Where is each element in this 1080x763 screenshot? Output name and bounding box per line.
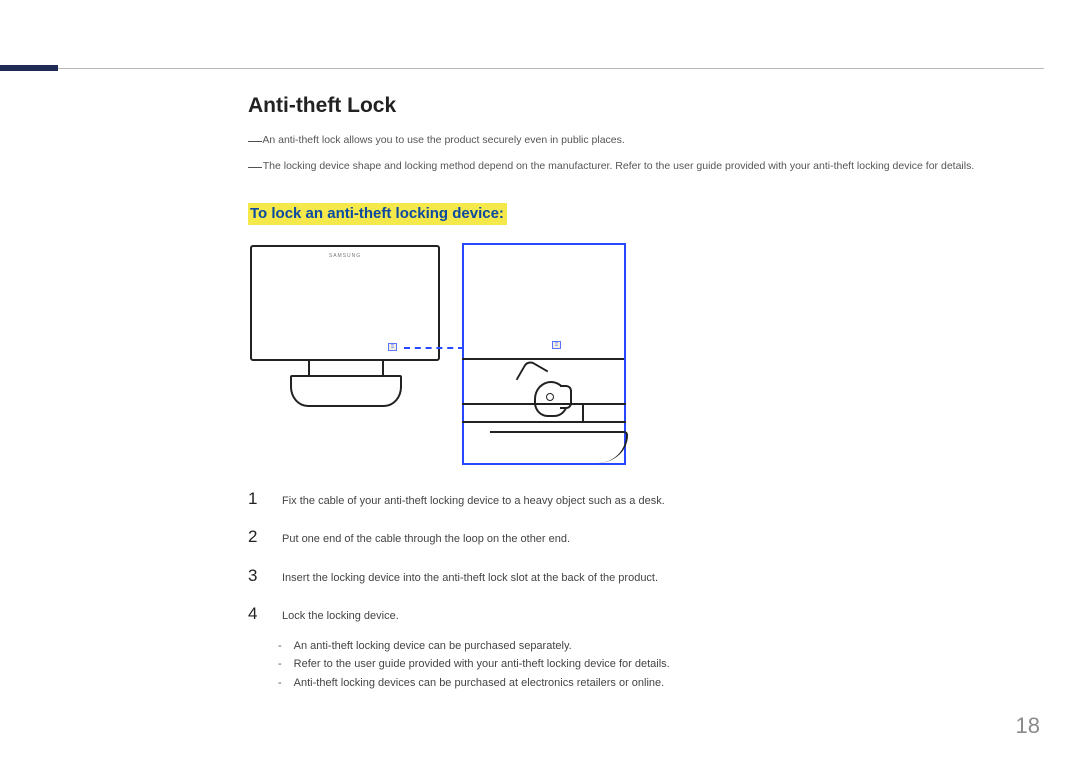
note-dash-icon: ― <box>248 129 260 151</box>
note-line-2: ― The locking device shape and locking m… <box>248 158 1040 180</box>
zoom-base-curve-icon <box>490 431 628 463</box>
step-text: Put one end of the cable through the loo… <box>282 531 570 548</box>
note-line-1: ― An anti-theft lock allows you to use t… <box>248 132 1040 154</box>
figure-tv: SAMSUNG ⍂ <box>248 243 442 413</box>
note-text: The locking device shape and locking met… <box>263 160 975 172</box>
subsection-heading: To lock an anti-theft locking device: <box>248 203 507 225</box>
tv-base-icon <box>290 375 402 407</box>
sublist-dash-icon: - <box>278 674 282 693</box>
lock-slot-label-icon: ⍂ <box>388 343 397 351</box>
header-rule <box>58 68 1044 69</box>
sublist-text: Refer to the user guide provided with yo… <box>294 655 670 674</box>
step-text: Lock the locking device. <box>282 608 399 625</box>
section-title: Anti-theft Lock <box>248 94 1040 118</box>
sublist-text: An anti-theft locking device can be purc… <box>294 637 572 656</box>
step-sublist: - An anti-theft locking device can be pu… <box>278 637 1040 693</box>
lock-slot-label-zoom-icon: ⍂ <box>552 341 561 349</box>
step-number: 3 <box>248 566 260 586</box>
tv-brand-label: SAMSUNG <box>329 253 361 259</box>
sublist-item: - Refer to the user guide provided with … <box>278 655 1040 674</box>
step-item: 4 Lock the locking device. <box>248 604 1040 625</box>
step-number: 2 <box>248 527 260 547</box>
callout-dash-line-icon <box>404 347 464 349</box>
note-dash-icon: ― <box>248 155 260 177</box>
page-content: Anti-theft Lock ― An anti-theft lock all… <box>248 94 1040 693</box>
zoom-neck-icon <box>462 403 584 423</box>
sublist-dash-icon: - <box>278 655 282 674</box>
step-text: Insert the locking device into the anti-… <box>282 570 658 587</box>
sublist-dash-icon: - <box>278 637 282 656</box>
lock-keyhole-icon <box>546 393 554 401</box>
step-item: 2 Put one end of the cable through the l… <box>248 527 1040 548</box>
zoom-neck2-icon <box>582 403 626 423</box>
tv-screen-icon: SAMSUNG <box>250 245 440 361</box>
step-number: 1 <box>248 489 260 509</box>
step-item: 1 Fix the cable of your anti-theft locki… <box>248 489 1040 510</box>
step-text: Fix the cable of your anti-theft locking… <box>282 493 665 510</box>
note-text: An anti-theft lock allows you to use the… <box>262 134 624 146</box>
header-accent-bar <box>0 65 58 71</box>
step-item: 3 Insert the locking device into the ant… <box>248 566 1040 587</box>
steps-list: 1 Fix the cable of your anti-theft locki… <box>248 489 1040 693</box>
sublist-item: - An anti-theft locking device can be pu… <box>278 637 1040 656</box>
figure-area: SAMSUNG ⍂ ⍂ <box>248 243 1040 465</box>
sublist-item: - Anti-theft locking devices can be purc… <box>278 674 1040 693</box>
sublist-text: Anti-theft locking devices can be purcha… <box>294 674 665 693</box>
step-number: 4 <box>248 604 260 624</box>
figure-zoom: ⍂ <box>462 243 626 465</box>
zoom-screen-edge-icon <box>462 243 624 360</box>
page-number: 18 <box>1016 713 1040 739</box>
